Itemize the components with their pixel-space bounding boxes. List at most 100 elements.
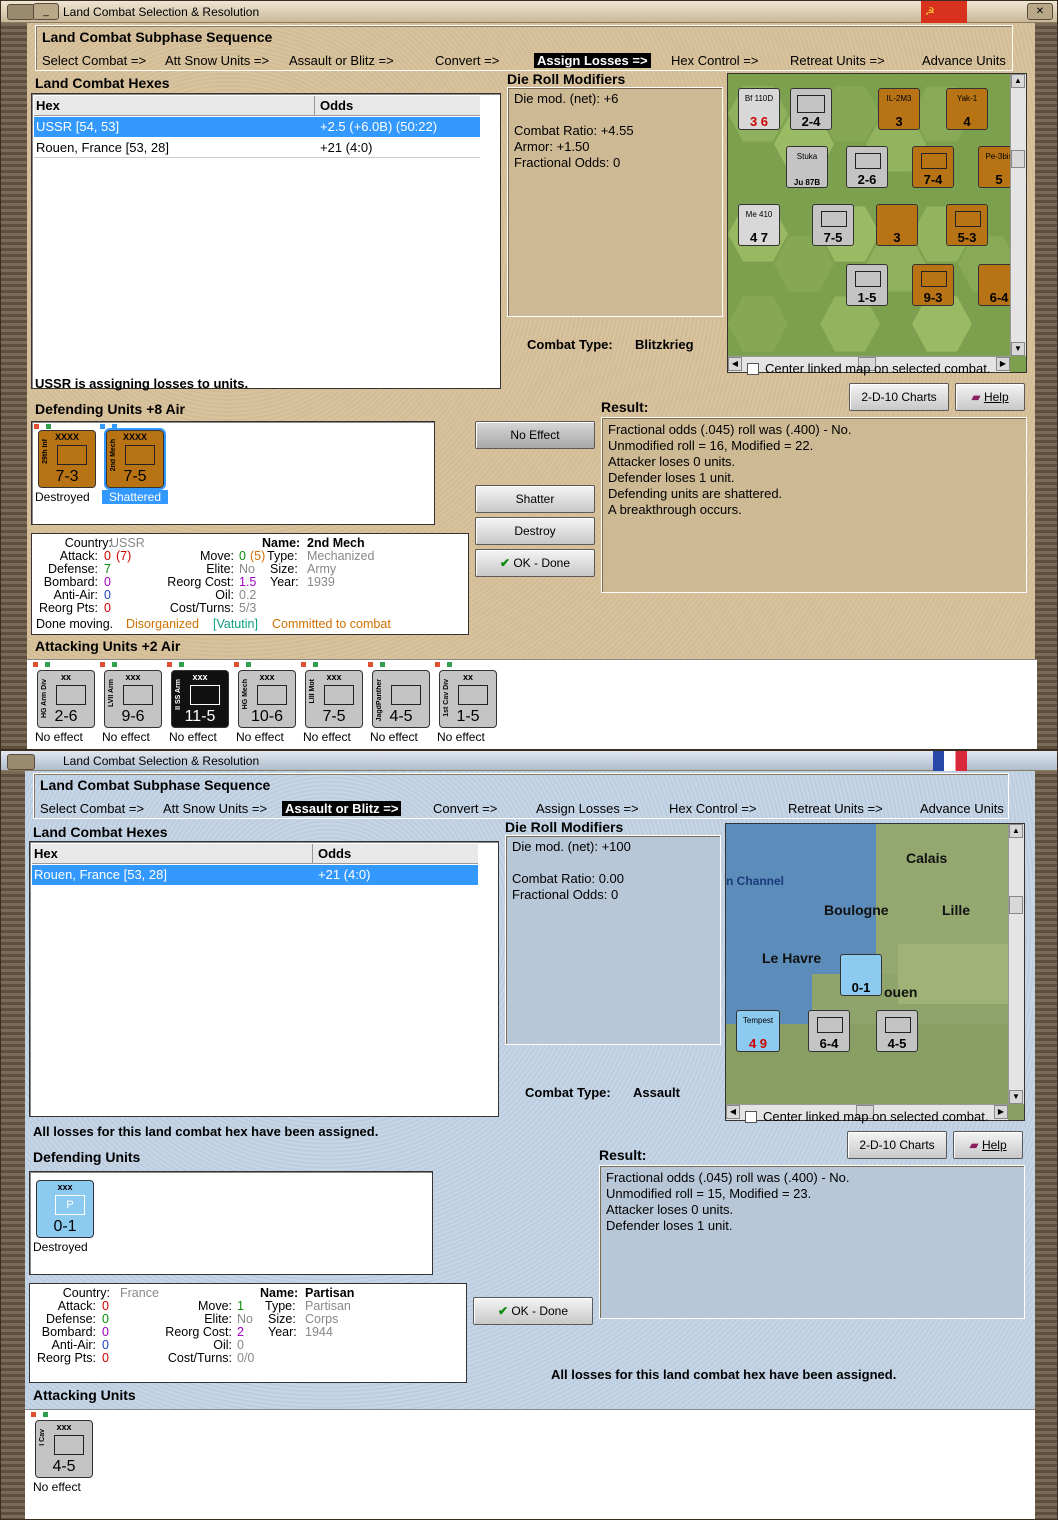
window-title: Land Combat Selection & Resolution xyxy=(63,754,260,768)
map-air-unit[interactable]: Me 410 4 7 xyxy=(738,204,780,246)
hex-row[interactable]: Rouen, France [53, 28] +21 (4:0) xyxy=(32,865,478,885)
attacking-label: Attacking Units xyxy=(33,1387,136,1403)
attacking-unit-counter[interactable]: HG Mech xxx 10-6 xyxy=(238,670,296,728)
ussr-flag-icon: ☭ xyxy=(921,1,967,23)
linked-map[interactable]: Bf 110D 3 6 2-4 IL-2M3 3 Yak-1 4 Stuka Ju 87… xyxy=(727,73,1027,373)
unit-result-caption: No effect xyxy=(35,730,83,744)
left-frame xyxy=(1,23,27,749)
step-hex-control: Hex Control => xyxy=(671,53,759,68)
attacking-units-list[interactable]: I Cav xxx 4-5 No effect xyxy=(25,1409,1035,1519)
result-line: Unmodified roll = 15, Modified = 23. xyxy=(606,1186,812,1201)
attacking-unit-counter[interactable]: I Cav xxx 4-5 xyxy=(35,1420,93,1478)
destroy-button[interactable]: Destroy xyxy=(475,517,595,545)
attacking-unit-counter[interactable]: LIII Mot xxx 7-5 xyxy=(305,670,363,728)
help-label: Help xyxy=(983,390,1009,404)
map-unit[interactable]: 5-3 xyxy=(946,204,988,246)
result-panel: Fractional odds (.045) roll was (.400) -… xyxy=(601,417,1027,593)
help-button[interactable]: ▰ Help xyxy=(953,1131,1023,1159)
map-unit[interactable]: 6-4 xyxy=(808,1010,850,1052)
unit-strength: 7-5 xyxy=(322,708,346,725)
help-button[interactable]: ▰ Help xyxy=(955,383,1025,411)
defending-unit-counter[interactable]: 29th Inf XXXX 7-3 xyxy=(38,430,96,488)
unit-status-marker xyxy=(313,662,318,667)
center-map-label: Center linked map on selected combat. xyxy=(765,361,991,376)
unit-size: xxx xyxy=(326,672,342,682)
unit-status-marker xyxy=(179,662,184,667)
infantry-symbol-icon xyxy=(125,445,155,465)
info-reorg: 0 xyxy=(104,601,111,615)
content-area: Land Combat Subphase Sequence Select Com… xyxy=(25,771,1035,1519)
attacking-units-list[interactable]: HG Arm Div xx 2-6 No effect LVII Arm xxx 9-6 No… xyxy=(27,659,1037,749)
center-map-checkbox[interactable] xyxy=(745,1111,757,1123)
die-mod-net: Die mod. (net): +6 xyxy=(514,91,619,106)
unit-type-symbol-icon xyxy=(458,685,488,705)
linked-map[interactable]: Calais n Channel Boulogne Lille Le Havre… xyxy=(725,823,1025,1121)
charts-button[interactable]: 2-D-10 Charts xyxy=(847,1131,947,1159)
attacking-unit-counter[interactable]: 1st Cav Div xx 1-5 xyxy=(439,670,497,728)
map-unit[interactable]: 7-5 xyxy=(812,204,854,246)
map-scrollbar-v[interactable]: ▲ ▼ xyxy=(1008,824,1024,1104)
map-scrollbar-v[interactable]: ▲ ▼ xyxy=(1010,74,1026,356)
defending-unit-counter[interactable]: xxx P 0-1 xyxy=(36,1180,94,1238)
defending-unit-counter[interactable]: 2nd Mech XXXX 7-5 xyxy=(104,428,166,490)
result-label: Result: xyxy=(601,399,649,415)
map-city-rouen: ouen xyxy=(884,984,918,1000)
map-combat-hex[interactable]: 3 xyxy=(876,204,918,246)
defending-units-list[interactable]: 29th Inf XXXX 7-3 Destroyed 2nd Mech XXX… xyxy=(31,421,435,525)
map-air-unit[interactable]: Stuka Ju 87B xyxy=(786,146,828,188)
unit-result-caption: No effect xyxy=(236,730,284,744)
window-menu-icon[interactable] xyxy=(7,754,35,770)
charts-button[interactable]: 2-D-10 Charts xyxy=(849,383,949,411)
map-unit[interactable]: 4-5 xyxy=(876,1010,918,1052)
unit-type-symbol-icon xyxy=(324,685,354,705)
window-menu-icon[interactable] xyxy=(7,4,35,20)
step-hex-control: Hex Control => xyxy=(669,801,757,816)
unit-result-caption: No effect xyxy=(437,730,485,744)
shatter-button[interactable]: Shatter xyxy=(475,485,595,513)
subphase-sequence: Land Combat Subphase Sequence Select Com… xyxy=(35,25,1013,71)
attacking-unit-counter[interactable]: II SS Arm xxx 11-5 xyxy=(171,670,229,728)
unit-size: xxx xyxy=(192,672,208,682)
ok-done-button[interactable]: ✔ OK - Done xyxy=(475,549,595,577)
hex-row[interactable]: USSR [54, 53] +2.5 (+6.0B) (50:22) xyxy=(34,117,480,137)
map-unit[interactable]: 9-3 xyxy=(912,264,954,306)
unit-type-symbol-icon xyxy=(56,685,86,705)
step-assault-blitz: Assault or Blitz => xyxy=(289,53,394,68)
odds-cell: +21 (4:0) xyxy=(320,140,373,155)
combat-hex-list[interactable]: Hex Odds USSR [54, 53] +2.5 (+6.0B) (50:… xyxy=(31,93,501,389)
unit-status-marker xyxy=(100,662,105,667)
map-air-unit[interactable]: Tempest 4 9 xyxy=(736,1010,780,1052)
attacking-unit-counter[interactable]: JagdPanther 4-5 xyxy=(372,670,430,728)
defending-units-list[interactable]: xxx P 0-1 Destroyed xyxy=(29,1171,433,1275)
step-advance: Advance Units xyxy=(922,53,1006,68)
hexes-label: Land Combat Hexes xyxy=(35,75,170,91)
unit-status-marker xyxy=(45,662,50,667)
no-effect-button[interactable]: No Effect xyxy=(475,421,595,449)
combat-hex-list[interactable]: Hex Odds Rouen, France [53, 28] +21 (4:0… xyxy=(29,841,499,1117)
close-icon[interactable]: ✕ xyxy=(1027,3,1053,20)
title-bar[interactable]: Land Combat Selection & Resolution xyxy=(1,751,1057,771)
unit-status-marker xyxy=(33,662,38,667)
center-map-checkbox[interactable] xyxy=(747,363,759,375)
ok-done-button[interactable]: ✔ OK - Done xyxy=(473,1297,593,1325)
map-unit[interactable]: 2-4 xyxy=(790,88,832,130)
map-unit[interactable]: 7-4 xyxy=(912,146,954,188)
help-book-icon: ▰ xyxy=(969,1138,982,1152)
attacking-unit-counter[interactable]: HG Arm Div xx 2-6 xyxy=(37,670,95,728)
unit-size: xxx xyxy=(56,1422,72,1432)
step-advance: Advance Units xyxy=(920,801,1004,816)
minimize-icon[interactable]: _ xyxy=(33,3,59,20)
die-mod-net: Die mod. (net): +100 xyxy=(512,839,631,854)
map-unit[interactable]: 1-5 xyxy=(846,264,888,306)
hex-row[interactable]: Rouen, France [53, 28] +21 (4:0) xyxy=(34,138,480,158)
unit-size: xx xyxy=(462,672,473,682)
map-air-unit[interactable]: IL-2M3 3 xyxy=(878,88,920,130)
map-air-unit[interactable]: Yak-1 4 xyxy=(946,88,988,130)
map-air-unit[interactable]: Bf 110D 3 6 xyxy=(738,88,780,130)
title-bar[interactable]: _ Land Combat Selection & Resolution ☭ ✕ xyxy=(1,1,1057,23)
map-unit-partisan[interactable]: 0-1 xyxy=(840,954,882,996)
attacking-unit-counter[interactable]: LVII Arm xxx 9-6 xyxy=(104,670,162,728)
status-message: USSR is assigning losses to units. xyxy=(35,376,249,391)
attacking-label: Attacking Units +2 Air xyxy=(35,638,181,654)
map-unit[interactable]: 2-6 xyxy=(846,146,888,188)
